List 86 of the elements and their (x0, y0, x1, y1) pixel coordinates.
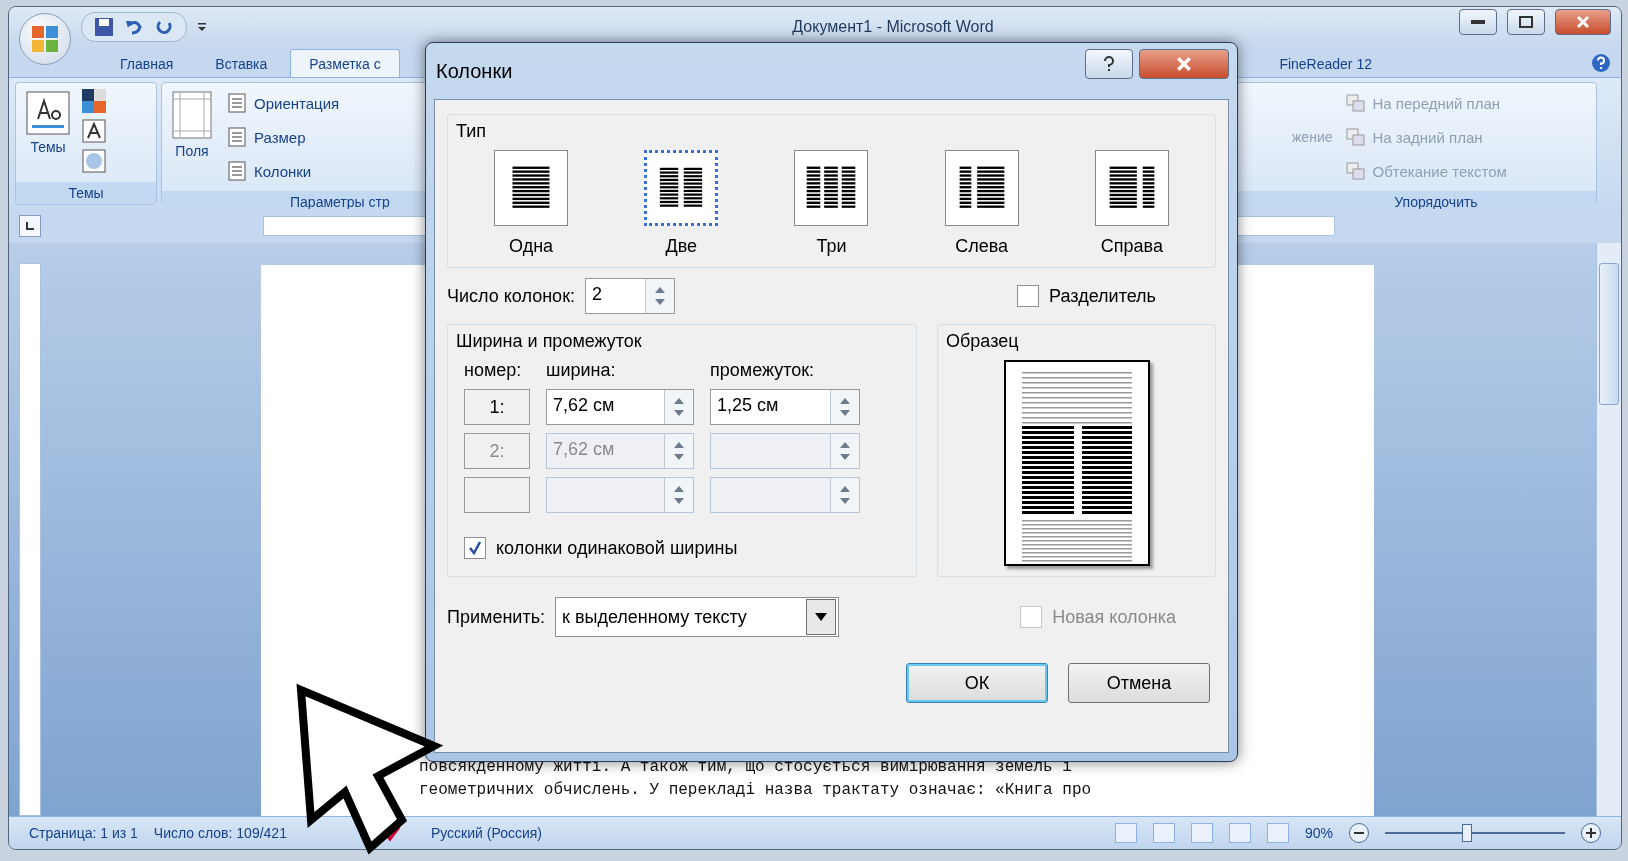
window-title: Документ1 - Microsoft Word (791, 18, 995, 36)
zoom-in-button[interactable] (1581, 823, 1601, 843)
language-label[interactable]: Русский (Россия) (430, 825, 542, 841)
group-label: Ширина и промежуток (456, 331, 643, 352)
spin-arrows-icon (664, 434, 693, 468)
ribbon-menu-button[interactable]: Размер (224, 123, 342, 151)
checkbox-label: Разделитель (1049, 285, 1156, 307)
close-button[interactable] (1555, 9, 1611, 35)
customize-caret-icon[interactable] (197, 21, 207, 33)
word-count: Число слов: 109/421 (153, 825, 287, 841)
theme-colors-icon[interactable] (82, 89, 106, 113)
margins-button[interactable]: Поля (170, 89, 214, 185)
ribbon-tab[interactable]: Разметка с (290, 49, 400, 77)
minimize-button[interactable] (1459, 9, 1497, 35)
close-icon (1576, 15, 1590, 29)
arrange-icon (1344, 127, 1367, 147)
column-number (464, 477, 530, 513)
minus-icon (1354, 832, 1364, 834)
group-label: Тип (456, 121, 487, 142)
column-header: промежуток: (710, 360, 816, 381)
column-header: номер: (464, 360, 523, 381)
spin-arrows-icon (830, 390, 859, 424)
close-icon (1176, 56, 1192, 72)
width-field[interactable]: 7,62 см (546, 389, 694, 425)
dropdown-caret-icon (815, 613, 827, 621)
page-margins-icon (172, 91, 212, 139)
spacing-field[interactable] (710, 477, 860, 513)
ok-button[interactable]: ОК (906, 663, 1048, 703)
left-tab-icon (25, 221, 35, 231)
theme-fonts-icon[interactable] (82, 119, 106, 143)
column-count-field[interactable]: 2 (585, 278, 675, 314)
field-label: Число колонок: (447, 285, 575, 307)
field-label: Применить: (447, 606, 545, 628)
spacing-field[interactable]: 1,25 см (710, 389, 860, 425)
themes-icon (26, 91, 70, 135)
scrollbar-thumb[interactable] (1599, 263, 1619, 405)
column-number: 1: (464, 389, 530, 425)
checkbox[interactable] (1017, 285, 1040, 307)
ribbon-button-label: жение (1292, 129, 1333, 145)
ribbon-menu-button[interactable]: Колонки (224, 157, 342, 185)
page-setup-icon (226, 127, 248, 147)
ribbon-tab[interactable]: Главная (101, 49, 193, 77)
checkmark-icon (468, 541, 482, 555)
minimize-icon (1471, 20, 1485, 24)
cancel-button[interactable]: Отмена (1068, 663, 1210, 703)
checkbox[interactable] (464, 537, 486, 559)
ribbon-tab[interactable]: Вставка (196, 49, 287, 77)
apply-to-dropdown[interactable]: к выделенному тексту (555, 597, 839, 637)
help-button[interactable] (1085, 49, 1133, 79)
ribbon-menu-button[interactable]: Ориентация (224, 89, 342, 117)
spin-arrows-icon (830, 478, 859, 512)
column-header: ширина: (546, 360, 617, 381)
vertical-scrollbar[interactable] (1596, 243, 1621, 816)
office-button[interactable] (19, 13, 71, 65)
plus-icon (1586, 828, 1596, 838)
page-setup-icon (226, 93, 248, 113)
dialog-title: Колонки (435, 59, 514, 83)
office-logo-icon (30, 24, 60, 54)
page-setup-icon (226, 161, 248, 181)
zoom-out-button[interactable] (1349, 823, 1369, 843)
zoom-percent[interactable]: 90% (1304, 825, 1333, 841)
spin-arrows-icon (830, 434, 859, 468)
checkbox-label: Новая колонка (1052, 606, 1176, 628)
ribbon-tab[interactable]: FineReader 12 (1270, 49, 1391, 77)
column-number: 2: (464, 433, 530, 469)
spin-arrows-icon (664, 478, 693, 512)
arrange-icon (1344, 161, 1367, 181)
group-label: Образец (946, 331, 1020, 352)
spin-arrows-icon (664, 390, 693, 424)
maximize-button[interactable] (1507, 9, 1545, 35)
help-icon[interactable] (1591, 53, 1611, 73)
theme-effects-icon[interactable] (82, 149, 106, 173)
spacing-field[interactable] (710, 433, 860, 469)
arrange-icon (1344, 93, 1367, 113)
maximize-icon (1519, 16, 1533, 28)
close-button[interactable] (1139, 49, 1229, 79)
zoom-slider-thumb[interactable] (1462, 824, 1472, 842)
tab-selector-button[interactable] (19, 215, 41, 237)
save-icon[interactable] (94, 17, 114, 37)
checkbox-label: колонки одинаковой ширины (496, 537, 738, 559)
page-count: Страница: 1 из 1 (29, 825, 138, 841)
spin-arrows-icon (645, 279, 674, 313)
themes-button[interactable]: Темы (24, 89, 72, 176)
group-label: Темы (16, 182, 156, 204)
question-mark-icon (1103, 56, 1115, 72)
document-text-line: геометричних обчислень. У перекладі назва трактату означає: «Книга про (419, 780, 1093, 801)
